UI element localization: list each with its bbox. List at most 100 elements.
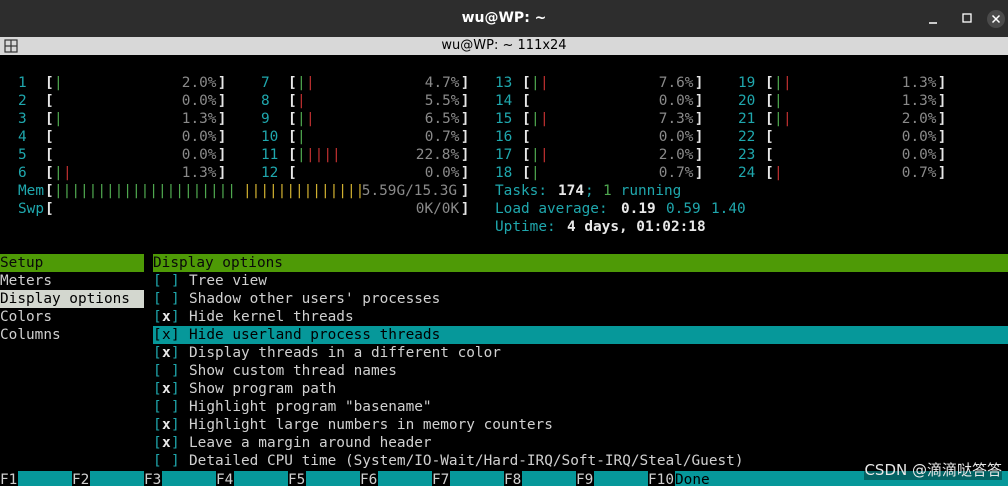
meter-bar: | [783,75,792,91]
meter-bracket: [ [765,147,774,163]
display-option-row: [x] Display threads in a different color [0,344,1008,362]
fkey-f9[interactable]: F9 [576,471,593,486]
fkey-f4[interactable]: F4 [216,471,233,486]
checkbox-bracket: [ [153,363,162,379]
cpu-meter-21: 21[| | 2.0%] [0,110,1008,128]
checkbox-bracket: ] [171,345,180,361]
checkbox-bracket: [ [153,399,162,415]
fkey-label-f1[interactable] [18,471,72,486]
checkbox-mark[interactable] [162,362,171,380]
display-option-row: [ ] Show custom thread names [0,362,1008,380]
checkbox-bracket: [ [153,381,162,397]
setup-menu-item-columns[interactable]: Columns [0,326,61,344]
close-button[interactable] [983,6,1008,32]
setup-menu-item-colors[interactable]: Colors [0,308,52,326]
fkey-label-f6[interactable] [378,471,432,486]
cpu-meter-22: 22 [0.0%] [0,128,1008,146]
setup-panel-header: Setup Display options [0,254,1008,272]
fkey-f3[interactable]: F3 [144,471,161,486]
meter-bracket: ] [937,111,947,127]
display-option-label[interactable]: Display threads in a different color [189,344,501,362]
fkey-f7[interactable]: F7 [432,471,449,486]
display-option-label[interactable]: Show program path [189,380,336,398]
checkbox-mark[interactable]: x [162,380,171,398]
cpu-id: 23 [738,147,756,163]
cpu-meter-24: 24 [| 0.7%] [0,164,1008,182]
display-option-label[interactable]: Highlight program "basename" [189,398,432,416]
tasks-sep: ; [585,183,603,199]
meter-bar: | [783,111,792,127]
meter-bar: | [774,111,783,127]
cpu-meter-23: 23 [0.0%] [0,146,1008,164]
checkbox-bracket: [ [153,345,162,361]
meter-bracket: ] [937,75,947,91]
fkey-f8[interactable]: F8 [504,471,521,486]
display-option-label[interactable]: Leave a margin around header [189,434,432,452]
display-option-row: [ ] Detailed CPU time (System/IO-Wait/Har… [0,452,1008,470]
meter-bar: | [774,75,783,91]
fkey-label-f3[interactable] [162,471,216,486]
meter-bracket: [ [765,75,774,91]
fkey-label-f5[interactable] [306,471,360,486]
tasks-meter: Tasks: 174; 1 running [0,182,1008,200]
checkbox-bracket: ] [171,417,180,433]
terminal[interactable]: 1[| 2.0%] 2[0.0%] 3[| 1.3%] 4[0.0%] 5[0.0%] 6[|… [0,55,1008,486]
cpu-id: 24 [738,165,756,181]
fkey-f10[interactable]: F10 [648,471,674,486]
fkey-label-f7[interactable] [450,471,504,486]
fkey-f1[interactable]: F1 [0,471,17,486]
meter-bracket: ] [937,147,947,163]
cpu-percent: 0.0% [901,129,937,145]
tasks-label: Tasks: [495,183,556,199]
load-label: Load average: [495,201,617,217]
minimize-icon [929,22,937,24]
checkbox-mark[interactable] [162,452,171,470]
close-icon [987,10,1005,28]
fkey-label-f2[interactable] [90,471,144,486]
minimize-button[interactable] [920,6,946,32]
cpu-id: 21 [738,111,756,127]
checkbox-mark[interactable]: x [162,416,171,434]
fkey-label-f8[interactable] [522,471,576,486]
meter-bracket: ] [937,93,947,109]
tab-title: wu@WP: ~ 111x24 [441,38,567,53]
fkey-label-f9[interactable] [594,471,648,486]
watermark: CSDN @滴滴哒答答 [864,459,1002,480]
display-option-label[interactable]: Show custom thread names [189,362,397,380]
window-title: wu@WP: ~ [461,10,547,26]
meter-bracket: [ [765,165,774,181]
maximize-button[interactable] [954,6,980,32]
cpu-id: 22 [738,129,756,145]
load-15: 1.40 [711,201,746,217]
display-option-row: [ ] Highlight program "basename" [0,398,1008,416]
checkbox-bracket: [ [153,435,162,451]
cpu-id: 19 [738,75,756,91]
fkey-f2[interactable]: F2 [72,471,89,486]
cpu-percent: 1.3% [901,75,937,91]
function-key-bar: F1 F2 F3 F4 F5 F6 F7 F8 F9 F10 Done [0,471,1008,486]
checkbox-mark[interactable] [162,398,171,416]
maximize-icon [962,13,972,23]
meter-bar: | [774,93,783,109]
load-5: 0.59 [666,201,701,217]
fkey-f5[interactable]: F5 [288,471,305,486]
fkey-label-f4[interactable] [234,471,288,486]
checkbox-mark[interactable]: x [162,344,171,362]
checkbox-bracket: ] [171,435,180,451]
uptime-label: Uptime: [495,219,565,235]
checkbox-mark[interactable]: x [162,434,171,452]
meter-bracket: [ [765,129,774,145]
display-option-label[interactable]: Detailed CPU time (System/IO-Wait/Hard-I… [189,452,744,470]
setup-header: Setup [0,254,144,272]
checkbox-bracket: [ [153,453,162,469]
meter-bar: | [774,165,783,181]
window-titlebar: wu@WP: ~ [0,0,1008,37]
display-option-row: [x] Show program path [0,380,1008,398]
checkbox-bracket: ] [171,453,180,469]
display-option-label[interactable]: Highlight large numbers in memory counte… [189,416,553,434]
display-options-header: Display options [153,254,1008,272]
fkey-f6[interactable]: F6 [360,471,377,486]
setup-menu-item-display-options[interactable]: Display options [0,290,144,308]
terminal-tabbar: wu@WP: ~ 111x24 [0,37,1008,55]
setup-menu-item-meters[interactable]: Meters [0,272,52,290]
